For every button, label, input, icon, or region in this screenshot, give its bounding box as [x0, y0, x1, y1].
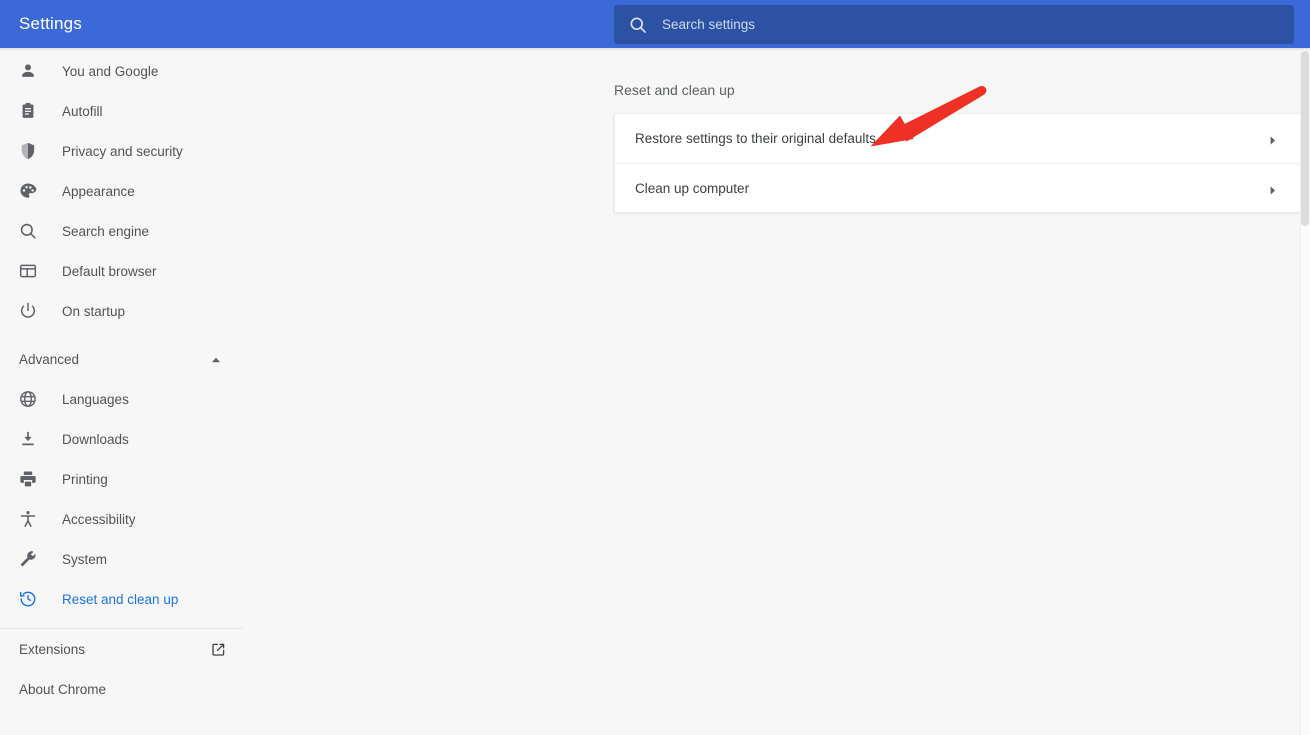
- scrollbar-thumb[interactable]: [1301, 51, 1309, 226]
- sidebar-advanced-label: Advanced: [19, 351, 80, 367]
- shield-icon: [18, 141, 38, 161]
- sidebar-item-label: About Chrome: [19, 681, 107, 697]
- search-icon: [628, 15, 648, 35]
- sidebar-item-system[interactable]: System: [0, 539, 244, 579]
- sidebar-item-label: Appearance: [62, 183, 135, 199]
- sidebar-item-accessibility[interactable]: Accessibility: [0, 499, 244, 539]
- search-settings-box[interactable]: [614, 5, 1294, 44]
- sidebar-item-label: You and Google: [62, 63, 159, 79]
- sidebar-item-extensions[interactable]: Extensions: [0, 629, 244, 669]
- sidebar-item-label: Reset and clean up: [62, 591, 179, 607]
- row-label: Restore settings to their original defau…: [635, 131, 876, 146]
- sidebar-item-label: Extensions: [19, 641, 86, 657]
- sidebar-item-appearance[interactable]: Appearance: [0, 171, 244, 211]
- external-link-icon[interactable]: [210, 641, 227, 658]
- sidebar-item-languages[interactable]: Languages: [0, 379, 244, 419]
- clipboard-icon: [18, 101, 38, 121]
- search-icon: [18, 221, 38, 241]
- palette-icon: [18, 181, 38, 201]
- settings-sidebar: You and Google Autofill Privacy and secu…: [0, 51, 244, 735]
- page-title: Settings: [19, 14, 83, 33]
- download-icon: [18, 429, 38, 449]
- sidebar-item-autofill[interactable]: Autofill: [0, 91, 244, 131]
- sidebar-item-label: Search engine: [62, 223, 150, 239]
- sidebar-item-search-engine[interactable]: Search engine: [0, 211, 244, 251]
- sidebar-item-label: Autofill: [62, 103, 103, 119]
- sidebar-item-label: Accessibility: [62, 511, 136, 527]
- sidebar-item-printing[interactable]: Printing: [0, 459, 244, 499]
- sidebar-advanced-toggle[interactable]: Advanced: [0, 339, 244, 379]
- accessibility-icon: [18, 509, 38, 529]
- sidebar-item-about-chrome[interactable]: About Chrome: [0, 669, 244, 709]
- sidebar-item-you-and-google[interactable]: You and Google: [0, 51, 244, 91]
- sidebar-item-label: Printing: [62, 471, 108, 487]
- printer-icon: [18, 469, 38, 489]
- row-label: Clean up computer: [635, 180, 750, 196]
- browser-window-icon: [18, 261, 38, 281]
- sidebar-item-reset-and-clean-up[interactable]: Reset and clean up: [0, 579, 244, 619]
- sidebar-item-label: Privacy and security: [62, 143, 183, 159]
- sidebar-item-label: Languages: [62, 391, 129, 407]
- sidebar-item-label: Default browser: [62, 263, 157, 279]
- chevron-right-icon: [1267, 183, 1278, 195]
- row-clean-up-computer[interactable]: Clean up computer: [615, 163, 1305, 212]
- history-restore-icon: [18, 589, 38, 609]
- settings-header: Settings: [0, 0, 1310, 48]
- row-restore-settings[interactable]: Restore settings to their original defau…: [615, 114, 1305, 163]
- section-title: Reset and clean up: [614, 82, 735, 98]
- sidebar-item-downloads[interactable]: Downloads: [0, 419, 244, 459]
- globe-icon: [18, 389, 38, 409]
- sidebar-item-on-startup[interactable]: On startup: [0, 291, 244, 331]
- chevron-up-icon: [210, 353, 222, 365]
- search-input[interactable]: [662, 17, 1222, 32]
- power-icon: [18, 301, 38, 321]
- sidebar-item-default-browser[interactable]: Default browser: [0, 251, 244, 291]
- reset-and-clean-up-card: Restore settings to their original defau…: [614, 113, 1306, 213]
- person-icon: [18, 61, 38, 81]
- sidebar-item-label: System: [62, 551, 108, 567]
- sidebar-item-label: On startup: [62, 303, 126, 319]
- sidebar-item-label: Downloads: [62, 431, 129, 447]
- chevron-right-icon: [1267, 133, 1278, 145]
- sidebar-item-privacy-and-security[interactable]: Privacy and security: [0, 131, 244, 171]
- main-content: Reset and clean up Restore settings to t…: [244, 51, 1310, 735]
- wrench-icon: [18, 549, 38, 569]
